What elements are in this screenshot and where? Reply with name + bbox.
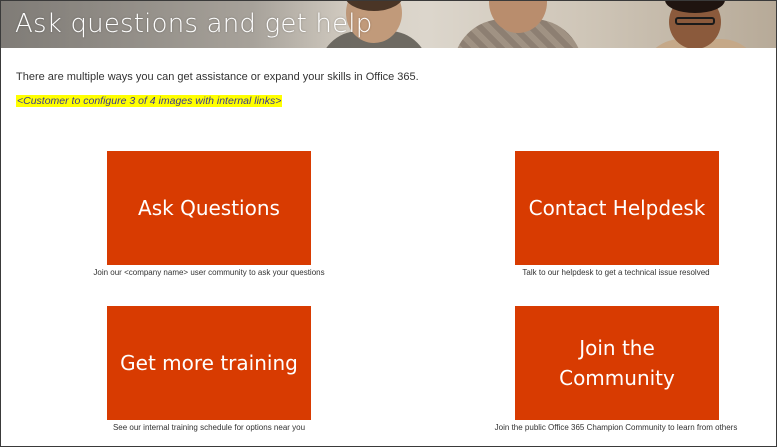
get-more-training-tile[interactable]: Get more training: [107, 306, 311, 420]
page-frame: Ask questions and get help There are mul…: [0, 0, 777, 447]
tile-caption: See our internal training schedule for o…: [112, 423, 306, 432]
ask-questions-tile[interactable]: Ask Questions: [107, 151, 311, 265]
join-community-tile[interactable]: Join the Community: [515, 306, 719, 420]
hero-banner: Ask questions and get help: [1, 1, 776, 48]
contact-helpdesk-tile[interactable]: Contact Helpdesk: [515, 151, 719, 265]
tile-label: Get more training: [120, 351, 298, 375]
banner-photo-glasses: [675, 17, 715, 25]
tile-caption: Join the public Office 365 Champion Comm…: [494, 423, 738, 432]
tile-label: Join the Community: [559, 336, 675, 390]
configuration-note: <Customer to configure 3 of 4 images wit…: [16, 95, 283, 107]
tile-label: Contact Helpdesk: [528, 196, 706, 220]
tile-label: Ask Questions: [138, 196, 280, 220]
intro-text: There are multiple ways you can get assi…: [16, 71, 419, 83]
page-title: Ask questions and get help: [15, 9, 373, 39]
tile-caption: Join our <company name> user community t…: [93, 268, 325, 277]
tile-caption: Talk to our helpdesk to get a technical …: [522, 268, 710, 277]
